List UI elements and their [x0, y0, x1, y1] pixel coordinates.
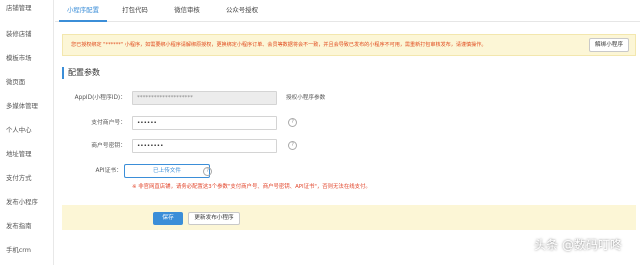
sidebar-item-micro-page[interactable]: 微页面 — [0, 75, 54, 89]
sidebar-item-publish-miniapp[interactable]: 发布小程序 — [0, 195, 54, 209]
merchant-key-field[interactable]: •••••••• — [132, 139, 277, 153]
merchant-id-help-icon[interactable]: ? — [288, 118, 297, 127]
tab-package-code[interactable]: 打包代码 — [115, 0, 155, 22]
tab-official-account-auth[interactable]: 公众号授权 — [219, 0, 265, 22]
sidebar-item-media-management[interactable]: 多媒体管理 — [0, 99, 54, 113]
sidebar-item-address[interactable]: 地址管理 — [0, 147, 54, 161]
sidebar-item-template-market[interactable]: 模板市场 — [0, 51, 54, 65]
sidebar-item-payment[interactable]: 支付方式 — [0, 171, 54, 185]
tab-miniapp-config[interactable]: 小程序配置 — [59, 0, 107, 22]
tab-bar: 小程序配置 打包代码 微信审核 公众号授权 — [55, 0, 640, 22]
uploaded-file-button[interactable]: 已上传文件 — [124, 164, 210, 178]
merchant-id-label: 支付商户号： — [91, 120, 126, 126]
section-title: 配置参数 — [68, 68, 100, 77]
section-accent-bar — [62, 67, 64, 79]
tab-wechat-review[interactable]: 微信审核 — [167, 0, 207, 22]
sidebar: 店铺管理 装修店铺 模板市场 微页面 多媒体管理 个人中心 地址管理 支付方式 … — [0, 0, 54, 265]
authorization-notice: 您已授权绑定 "******" 小程序，如需要绑小程序请解绑原授权，更换绑定小程… — [62, 34, 636, 56]
sidebar-item-personal-center[interactable]: 个人中心 — [0, 123, 54, 137]
sidebar-item-publish-guide[interactable]: 发布指南 — [0, 219, 54, 233]
merchant-key-help-icon[interactable]: ? — [288, 141, 297, 150]
appid-label: AppID(小程序ID)： — [74, 95, 126, 101]
action-bar — [62, 205, 636, 230]
save-button[interactable]: 保存 — [153, 212, 183, 225]
merchant-id-field[interactable]: •••••• — [132, 116, 277, 130]
sidebar-item-mobile-crm[interactable]: 手机crm — [0, 243, 54, 257]
api-cert-label: API证书： — [95, 168, 122, 174]
notice-text: 您已授权绑定 "******" 小程序，如需要绑小程序请解绑原授权，更换绑定小程… — [71, 42, 487, 48]
appid-field: ******************** — [132, 91, 277, 105]
sidebar-item-store-management[interactable]: 店铺管理 — [0, 1, 54, 15]
payment-config-warning: ※ 非官网直店铺，请务必配置这3个参数"支付商户号、商户号密钥、API证书"，否… — [132, 184, 371, 190]
merchant-key-label: 商户号密钥： — [91, 143, 126, 149]
unbind-miniapp-button[interactable]: 解绑小程序 — [589, 38, 629, 52]
watermark: 头条 @数码叮咚 — [534, 238, 622, 252]
api-cert-help-icon[interactable]: ? — [203, 167, 212, 176]
appid-hint: 授权小程序参数 — [286, 95, 326, 101]
sidebar-item-decorate-store[interactable]: 装修店铺 — [0, 27, 54, 41]
republish-miniapp-button[interactable]: 更新发布小程序 — [188, 212, 240, 225]
